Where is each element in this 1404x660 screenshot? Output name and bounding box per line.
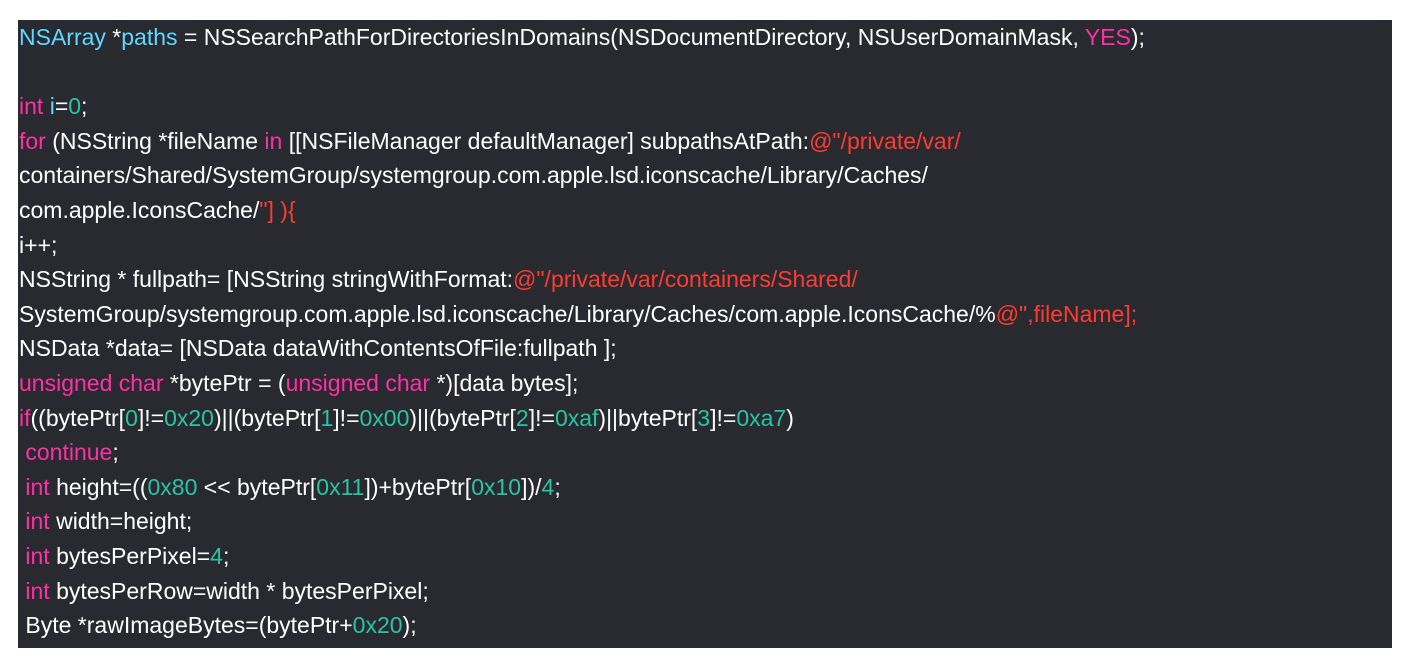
code-token-number: 2 — [515, 404, 529, 431]
code-token-plain: ]!= — [137, 404, 165, 431]
code-token-plain: ); — [402, 612, 417, 639]
code-token-plain: )||bytePtr[ — [598, 404, 698, 431]
code-token-keyword: char — [118, 369, 164, 396]
code-token-keyword: int — [25, 473, 50, 500]
code-token-plain: [[NSFileManager defaultManager] subpaths… — [282, 127, 810, 154]
code-token-keyword: for — [19, 127, 46, 154]
code-line: int i=0; — [18, 89, 1392, 124]
code-token-number: 4 — [210, 542, 223, 569]
code-token-number: 0x20 — [352, 612, 403, 639]
code-token-plain: ])/ — [521, 473, 542, 500]
code-token-string: "] ){ — [259, 196, 296, 223]
code-token-number: 3 — [697, 404, 711, 431]
code-token-number: 0x80 — [147, 473, 198, 500]
code-line: int height=((0x80 << bytePtr[0x11])+byte… — [18, 470, 1392, 505]
code-token-plain: ]!= — [710, 404, 737, 431]
code-token-keyword: unsigned — [285, 369, 379, 396]
code-token-keyword: char — [385, 369, 431, 396]
code-token-plain: )||(bytePtr[ — [213, 404, 321, 431]
code-token-keyword: int — [19, 93, 44, 120]
code-token-plain: ((bytePtr[ — [30, 404, 126, 431]
code-token-number: 1 — [320, 404, 334, 431]
code-token-plain: ) — [786, 404, 794, 431]
code-token-plain: ]!= — [528, 404, 555, 431]
code-token-type: NSArray — [19, 24, 106, 50]
code-token-keyword: int — [25, 508, 50, 535]
code-line: for (NSString *fileName in [[NSFileManag… — [18, 124, 1392, 159]
code-token-plain: ; — [81, 93, 88, 120]
code-token-plain: * — [105, 24, 122, 50]
code-token-number: 0x00 — [359, 404, 410, 431]
code-token-plain: height=(( — [49, 473, 148, 500]
code-token-number: 0xaf — [554, 404, 599, 431]
code-line: if((bytePtr[0]!=0x20)||(bytePtr[1]!=0x00… — [18, 401, 1392, 436]
code-line: continue; — [18, 435, 1392, 470]
code-token-number: 0x11 — [316, 473, 365, 500]
code-token-plain: com.apple.IconsCache/ — [19, 196, 260, 223]
code-line: unsigned char *bytePtr = (unsigned char … — [18, 366, 1392, 401]
code-token-plain: NSData *data= [NSData dataWithContentsOf… — [19, 335, 617, 362]
code-token-plain: bytesPerPixel= — [49, 542, 211, 569]
code-line: containers/Shared/SystemGroup/systemgrou… — [18, 158, 1392, 193]
code-token-plain: width=height; — [49, 508, 193, 535]
code-token-keyword: continue — [25, 439, 113, 466]
code-block: NSArray *paths = NSSearchPathForDirector… — [18, 20, 1392, 648]
code-token-plain: ])+bytePtr[ — [364, 473, 472, 500]
code-token-plain: i++; — [19, 231, 58, 258]
code-token-plain: bytesPerRow=width * bytesPerPixel; — [49, 577, 429, 604]
code-token-keyword: YES — [1084, 24, 1131, 50]
code-line: NSArray *paths = NSSearchPathForDirector… — [18, 20, 1392, 55]
code-token-plain: )||(bytePtr[ — [409, 404, 516, 431]
code-token-plain: = NSSearchPathForDirectoriesInDomains(NS… — [177, 24, 1085, 50]
code-line: NSString * fullpath= [NSString stringWit… — [18, 262, 1392, 297]
code-token-number: 4 — [541, 473, 555, 500]
code-line: int width=height; — [18, 504, 1392, 539]
code-token-plain: ; — [112, 439, 119, 466]
code-line: NSData *data= [NSData dataWithContentsOf… — [18, 331, 1392, 366]
code-token-number: 0 — [125, 404, 138, 431]
code-token-plain: ; — [222, 542, 230, 569]
code-line: int bytesPerRow=width * bytesPerPixel; — [18, 574, 1392, 609]
code-token-string: @"/private/var/containers/Shared/ — [513, 266, 858, 293]
code-token-plain: containers/Shared/SystemGroup/systemgrou… — [19, 162, 928, 189]
code-token-number: 0x20 — [164, 404, 214, 431]
code-token-number: 0xa7 — [736, 404, 787, 431]
code-token-type: paths — [121, 24, 178, 50]
code-line: int bytesPerPixel=4; — [18, 539, 1392, 574]
code-line: com.apple.IconsCache/"] ){ — [18, 193, 1392, 228]
code-token-plain: *bytePtr = ( — [163, 369, 286, 396]
code-token-plain: Byte *rawImageBytes=(bytePtr+ — [19, 612, 353, 639]
code-token-keyword: int — [25, 542, 50, 569]
code-token-plain: NSString * fullpath= [NSString stringWit… — [19, 266, 514, 293]
code-token-plain: << bytePtr[ — [197, 473, 317, 500]
code-token-string: @"/private/var/ — [809, 127, 961, 154]
code-token-plain: ); — [1130, 24, 1145, 50]
code-token-plain: *)[data bytes]; — [430, 369, 579, 396]
code-token-plain: ]!= — [333, 404, 360, 431]
code-token-plain: (NSString *fileName — [45, 127, 265, 154]
code-token-plain: ; — [554, 473, 561, 500]
code-token-keyword: in — [264, 127, 283, 154]
code-line: Byte *rawImageBytes=(bytePtr+0x20); — [18, 608, 1392, 643]
code-line: i++; — [18, 228, 1392, 263]
code-token-plain: SystemGroup/systemgroup.com.apple.lsd.ic… — [19, 300, 996, 327]
code-token-string: @",fileName]; — [995, 300, 1138, 327]
code-line: SystemGroup/systemgroup.com.apple.lsd.ic… — [18, 297, 1392, 332]
code-token-number: 0x10 — [471, 473, 522, 500]
code-token-plain: = — [54, 93, 69, 120]
code-token-number: 0 — [68, 93, 82, 120]
code-token-keyword: int — [25, 577, 50, 604]
code-token-keyword: unsigned — [19, 369, 113, 396]
code-token-keyword: if — [19, 404, 31, 431]
code-line: ​ — [18, 55, 1392, 90]
